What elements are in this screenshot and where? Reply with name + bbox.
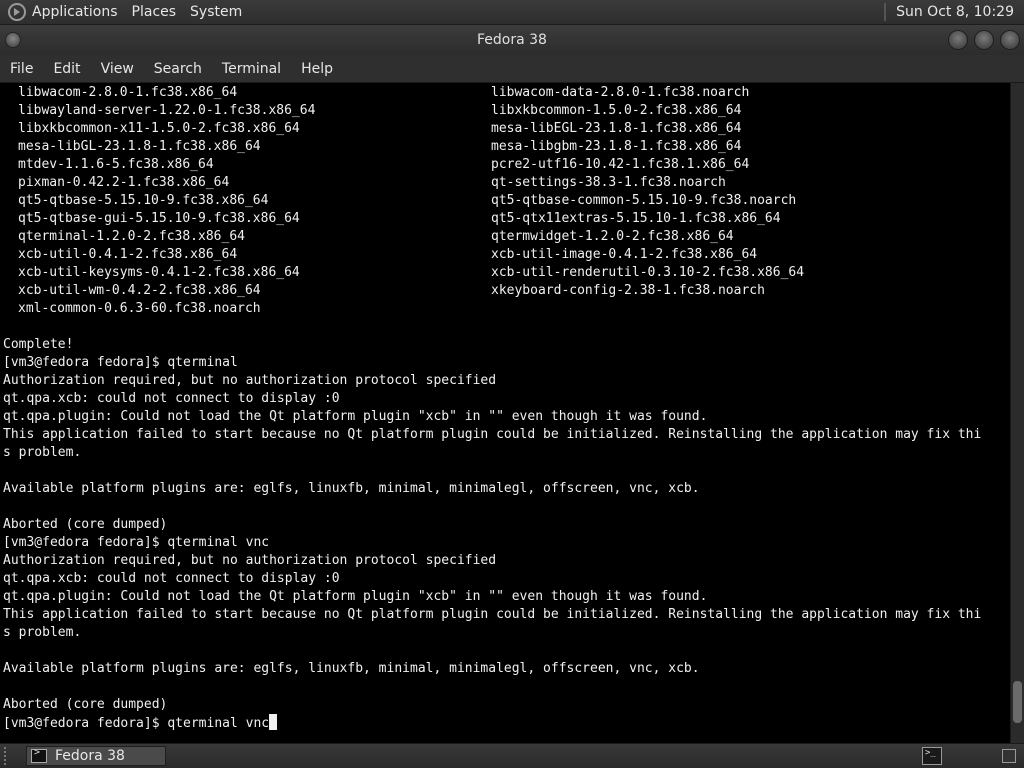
package-name: pixman-0.42.2-1.fc38.x86_64 [18, 175, 230, 190]
terminal-icon [31, 747, 47, 763]
terminal-line: Authorization required, but no authoriza… [3, 373, 497, 388]
panel-separator [884, 3, 887, 21]
terminal-output: libwacom-2.8.0-1.fc38.x86_64 libwacom-dat… [3, 84, 1007, 732]
terminal-line: qt.qpa.xcb: could not connect to display… [3, 391, 340, 406]
prompt-text: [vm3@fedora fedora]$ qterminal vnc [3, 716, 270, 731]
package-name: xcb-util-keysyms-0.4.1-2.fc38.x86_64 [18, 265, 300, 280]
package-name: mesa-libgbm-23.1.8-1.fc38.x86_64 [491, 139, 742, 154]
package-row: libwayland-server-1.22.0-1.fc38.x86_64 li… [3, 102, 1007, 120]
package-row: xml-common-0.6.3-60.fc38.noarch [3, 300, 1007, 318]
package-row: mesa-libGL-23.1.8-1.fc38.x86_64 mesa-libg… [3, 138, 1007, 156]
package-name: xcb-util-0.4.1-2.fc38.x86_64 [18, 247, 238, 262]
taskbar-window-button[interactable]: Fedora 38 [26, 746, 166, 766]
terminal-line: s problem. [3, 445, 82, 460]
package-name: libwayland-server-1.22.0-1.fc38.x86_64 [18, 103, 316, 118]
terminal-window: Fedora 38 File Edit View Search Terminal… [0, 25, 1024, 743]
package-name: libxkbcommon-1.5.0-2.fc38.x86_64 [491, 103, 742, 118]
package-name: qt-settings-38.3-1.fc38.noarch [491, 175, 726, 190]
window-title: Fedora 38 [477, 32, 547, 48]
terminal-line: qt.qpa.xcb: could not connect to display… [3, 571, 340, 586]
terminal-line: Complete! [3, 337, 74, 352]
taskbar: Fedora 38 [0, 743, 1024, 768]
package-name: xcb-util-wm-0.4.2-2.fc38.x86_64 [18, 283, 261, 298]
terminal-line: This application failed to start because… [3, 607, 982, 622]
package-row: qterminal-1.2.0-2.fc38.x86_64 qtermwidget… [3, 228, 1007, 246]
package-row: xcb-util-keysyms-0.4.1-2.fc38.x86_64 xcb-… [3, 264, 1007, 282]
terminal-line: Available platform plugins are: eglfs, l… [3, 481, 700, 496]
terminal-line: qt.qpa.plugin: Could not load the Qt pla… [3, 589, 708, 604]
menu-file[interactable]: File [0, 61, 43, 77]
package-row: libwacom-2.8.0-1.fc38.x86_64 libwacom-dat… [3, 84, 1007, 102]
window-titlebar[interactable]: Fedora 38 [0, 25, 1024, 55]
menu-search[interactable]: Search [144, 61, 212, 77]
fedora-logo-icon[interactable] [8, 3, 26, 21]
package-row: pixman-0.42.2-1.fc38.x86_64 qt-settings-3… [3, 174, 1007, 192]
text-cursor [269, 714, 278, 730]
package-name: libxkbcommon-x11-1.5.0-2.fc38.x86_64 [18, 121, 300, 136]
top-panel: Applications Places System Sun Oct 8, 10… [0, 0, 1024, 25]
package-name: qt5-qtbase-5.15.10-9.fc38.x86_64 [18, 193, 269, 208]
package-row: xcb-util-0.4.1-2.fc38.x86_64 xcb-util-ima… [3, 246, 1007, 264]
package-name: pcre2-utf16-10.42-1.fc38.1.x86_64 [491, 157, 750, 172]
package-name: qterminal-1.2.0-2.fc38.x86_64 [18, 229, 245, 244]
minimize-button[interactable] [948, 30, 968, 50]
terminal-line: Aborted (core dumped) [3, 697, 168, 712]
package-row: qt5-qtbase-5.15.10-9.fc38.x86_64 qt5-qtba… [3, 192, 1007, 210]
package-name: xkeyboard-config-2.38-1.fc38.noarch [491, 283, 765, 298]
prompt-line[interactable]: [vm3@fedora fedora]$ qterminal vnc [3, 714, 1007, 732]
system-menu[interactable]: System [190, 4, 242, 20]
package-name: libwacom-2.8.0-1.fc38.x86_64 [18, 85, 238, 100]
package-name: xcb-util-renderutil-0.3.10-2.fc38.x86_64 [491, 265, 805, 280]
scrollbar-thumb[interactable] [1013, 681, 1022, 723]
maximize-button[interactable] [974, 30, 994, 50]
package-name: qt5-qtbase-common-5.15.10-9.fc38.noarch [491, 193, 797, 208]
terminal-line: qt.qpa.plugin: Could not load the Qt pla… [3, 409, 708, 424]
package-name: xcb-util-image-0.4.1-2.fc38.x86_64 [491, 247, 758, 262]
places-menu[interactable]: Places [132, 4, 177, 20]
package-name: mesa-libEGL-23.1.8-1.fc38.x86_64 [491, 121, 742, 136]
clock[interactable]: Sun Oct 8, 10:29 [896, 4, 1014, 20]
window-menu-button[interactable] [5, 32, 21, 48]
package-name: qt5-qtbase-gui-5.15.10-9.fc38.x86_64 [18, 211, 300, 226]
terminal-line: Aborted (core dumped) [3, 517, 168, 532]
terminal-area[interactable]: libwacom-2.8.0-1.fc38.x86_64 libwacom-dat… [0, 83, 1024, 743]
package-row: libxkbcommon-x11-1.5.0-2.fc38.x86_64 mesa… [3, 120, 1007, 138]
applications-menu[interactable]: Applications [32, 4, 118, 20]
terminal-line: [vm3@fedora fedora]$ qterminal vnc [3, 535, 270, 550]
package-row: xcb-util-wm-0.4.2-2.fc38.x86_64 xkeyboard… [3, 282, 1007, 300]
terminal-scrollbar[interactable] [1010, 83, 1024, 743]
package-name: qtermwidget-1.2.0-2.fc38.x86_64 [491, 229, 734, 244]
package-row: mtdev-1.1.6-5.fc38.x86_64 pcre2-utf16-10.… [3, 156, 1007, 174]
terminal-line: Available platform plugins are: eglfs, l… [3, 661, 700, 676]
workspace-switcher-icon[interactable] [1002, 749, 1016, 763]
terminal-line: s problem. [3, 625, 82, 640]
terminal-line: This application failed to start because… [3, 427, 982, 442]
terminal-line: [vm3@fedora fedora]$ qterminal [3, 355, 238, 370]
menubar: File Edit View Search Terminal Help [0, 55, 1024, 83]
tray-terminal-icon[interactable] [922, 747, 942, 765]
menu-edit[interactable]: Edit [43, 61, 90, 77]
package-name: libwacom-data-2.8.0-1.fc38.noarch [491, 85, 750, 100]
menu-help[interactable]: Help [291, 61, 343, 77]
package-name: mtdev-1.1.6-5.fc38.x86_64 [18, 157, 214, 172]
menu-view[interactable]: View [91, 61, 144, 77]
taskbar-handle[interactable] [4, 747, 14, 765]
menu-terminal[interactable]: Terminal [212, 61, 291, 77]
package-row: qt5-qtbase-gui-5.15.10-9.fc38.x86_64 qt5-… [3, 210, 1007, 228]
terminal-line: Authorization required, but no authoriza… [3, 553, 497, 568]
close-button[interactable] [1000, 30, 1020, 50]
package-name: xml-common-0.6.3-60.fc38.noarch [18, 301, 261, 316]
taskbar-window-label: Fedora 38 [55, 748, 125, 764]
package-name: mesa-libGL-23.1.8-1.fc38.x86_64 [18, 139, 261, 154]
package-name: qt5-qtx11extras-5.15.10-1.fc38.x86_64 [491, 211, 781, 226]
